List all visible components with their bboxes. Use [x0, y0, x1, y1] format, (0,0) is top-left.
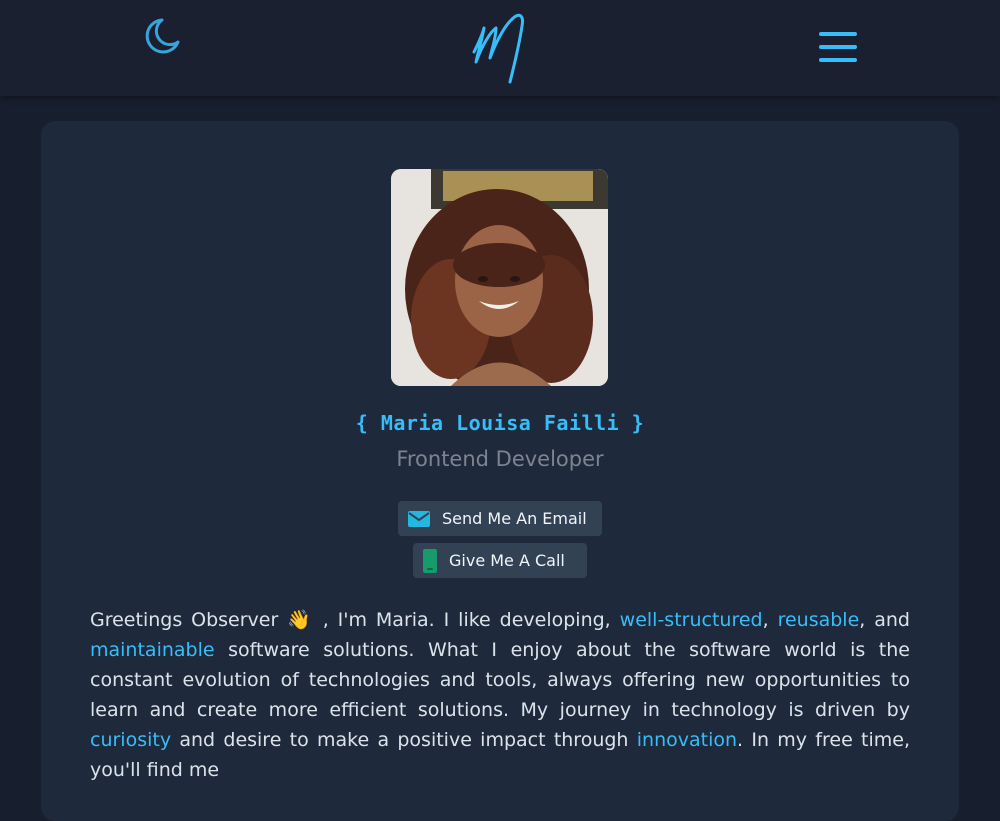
send-email-button[interactable]: Send Me An Email: [398, 501, 602, 536]
bio-text: ,: [762, 609, 769, 631]
envelope-icon: [408, 510, 430, 527]
profile-photo: [391, 169, 608, 386]
bio-text: , I'm Maria. I like developing,: [322, 609, 611, 631]
bio-text: and desire to make a positive impact thr…: [179, 729, 629, 751]
hamburger-menu-icon[interactable]: [816, 30, 860, 66]
bio-paragraph: Greetings Observer 👋 , I'm Maria. I like…: [90, 605, 910, 785]
top-navbar: [0, 0, 1000, 96]
bio-highlight: curiosity: [90, 729, 172, 751]
bio-highlight: reusable: [777, 609, 860, 631]
phone-icon: [423, 548, 437, 573]
give-call-label: Give Me A Call: [449, 551, 565, 570]
profile-name: { Maria Louisa Failli }: [355, 411, 645, 435]
bio-text: , and: [859, 609, 910, 631]
profile-role: Frontend Developer: [396, 447, 604, 471]
waving-hand-icon: 👋: [287, 609, 314, 631]
send-email-label: Send Me An Email: [442, 509, 587, 528]
give-call-button[interactable]: Give Me A Call: [413, 543, 587, 578]
moon-icon[interactable]: [140, 14, 184, 58]
bio-text: Greetings Observer: [90, 609, 279, 631]
bio-highlight: well-structured: [619, 609, 763, 631]
profile-card: { Maria Louisa Failli } Frontend Develop…: [41, 121, 959, 821]
bio-highlight: maintainable: [90, 639, 215, 661]
m-signature-logo[interactable]: [466, 6, 532, 88]
bio-highlight: innovation: [636, 729, 738, 751]
